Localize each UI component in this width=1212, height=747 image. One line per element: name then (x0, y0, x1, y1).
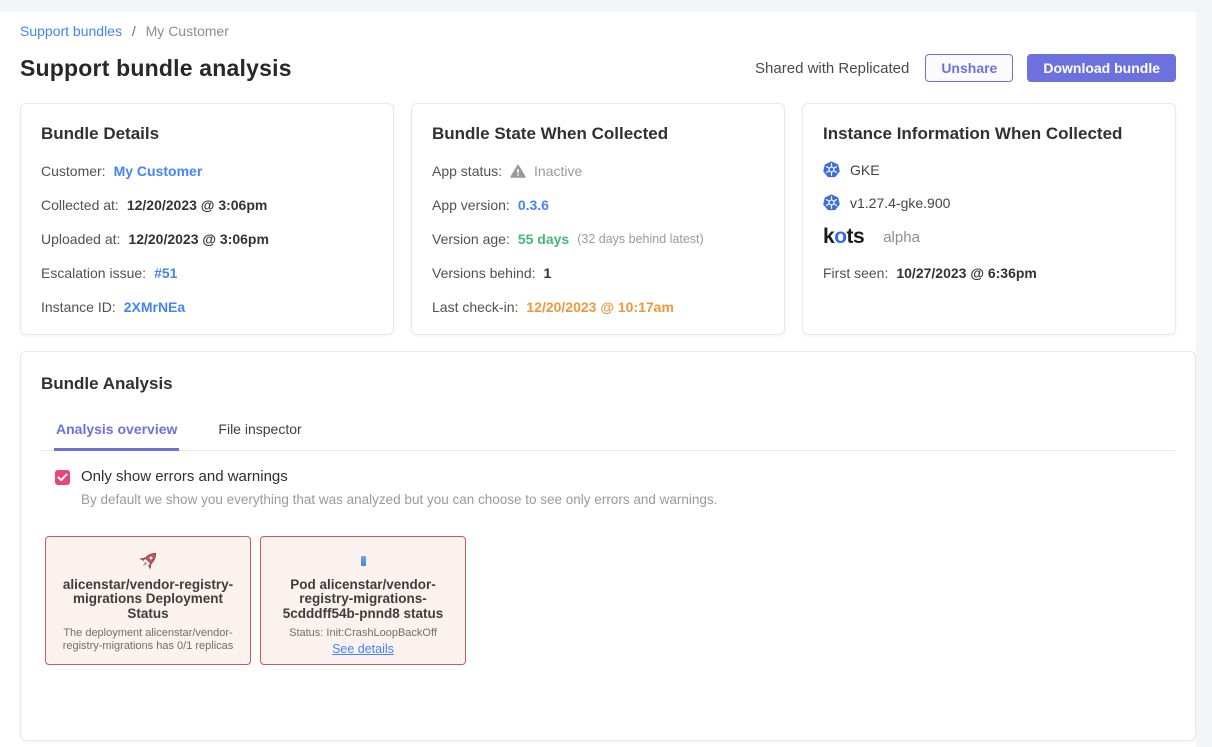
first-seen-label: First seen: (823, 263, 888, 283)
version-age-value: 55 days (518, 229, 569, 249)
kots-logo-k: k (823, 225, 834, 248)
app-version-label: App version: (432, 195, 510, 215)
version-age-note: (32 days behind latest) (577, 229, 703, 249)
download-bundle-button[interactable]: Download bundle (1027, 54, 1176, 82)
breadcrumb-separator: / (132, 23, 136, 39)
info-cards-row: Bundle Details Customer: My Customer Col… (20, 103, 1176, 335)
issues-row: alicenstar/vendor-registry-migrations De… (41, 536, 1175, 665)
issue-card-deployment-status[interactable]: alicenstar/vendor-registry-migrations De… (45, 536, 251, 665)
escalation-issue-row: Escalation issue: #51 (41, 263, 373, 283)
versions-behind-row: Versions behind: 1 (432, 263, 764, 283)
instance-info-card: Instance Information When Collected GKE … (802, 103, 1176, 335)
warning-icon (510, 164, 526, 178)
content-panel: Support bundles / My Customer Support bu… (0, 12, 1196, 747)
escalation-issue-label: Escalation issue: (41, 263, 146, 283)
customer-link[interactable]: My Customer (114, 161, 203, 181)
bundle-state-title: Bundle State When Collected (432, 124, 764, 144)
version-age-row: Version age: 55 days (32 days behind lat… (432, 229, 764, 249)
breadcrumb-link-support-bundles[interactable]: Support bundles (20, 23, 122, 39)
instance-id-link[interactable]: 2XMrNEa (124, 297, 185, 317)
page-title: Support bundle analysis (20, 55, 292, 82)
customer-row: Customer: My Customer (41, 161, 373, 181)
last-checkin-value: 12/20/2023 @ 10:17am (526, 297, 674, 317)
uploaded-at-row: Uploaded at: 12/20/2023 @ 3:06pm (41, 229, 373, 249)
instance-info-title: Instance Information When Collected (823, 124, 1155, 144)
instance-id-row: Instance ID: 2XMrNEa (41, 297, 373, 317)
kubernetes-version-value: v1.27.4-gke.900 (850, 195, 950, 211)
kubernetes-version-row: v1.27.4-gke.900 (823, 194, 1155, 211)
versions-behind-value: 1 (544, 263, 552, 283)
bundle-details-title: Bundle Details (41, 124, 373, 144)
filter-block: Only show errors and warnings By default… (41, 468, 1175, 507)
kots-logo: kots (823, 225, 864, 249)
page-header: Support bundle analysis Shared with Repl… (20, 54, 1176, 82)
kubernetes-icon (823, 161, 840, 178)
bundle-analysis-title: Bundle Analysis (41, 374, 1175, 394)
issue-message: The deployment alicenstar/vendor-registr… (54, 627, 242, 652)
filter-description: By default we show you everything that w… (81, 492, 717, 507)
see-details-link[interactable]: See details (332, 642, 394, 656)
rocket-icon (137, 548, 160, 573)
kubernetes-icon (823, 194, 840, 211)
tab-file-inspector[interactable]: File inspector (218, 421, 301, 450)
issue-title: alicenstar/vendor-registry-migrations De… (58, 578, 238, 621)
bundle-analysis-card: Bundle Analysis Analysis overview File i… (20, 351, 1196, 741)
versions-behind-label: Versions behind: (432, 263, 536, 283)
issue-title: Pod alicenstar/vendor-registry-migration… (273, 578, 453, 621)
version-age-label: Version age: (432, 229, 510, 249)
kots-channel: alpha (883, 229, 920, 246)
instance-id-label: Instance ID: (41, 297, 116, 317)
bundle-details-card: Bundle Details Customer: My Customer Col… (20, 103, 394, 335)
issue-card-pod-status[interactable]: Pod alicenstar/vendor-registry-migration… (260, 536, 466, 665)
first-seen-row: First seen: 10/27/2023 @ 6:36pm (823, 263, 1155, 283)
uploaded-at-value: 12/20/2023 @ 3:06pm (128, 229, 269, 249)
collected-at-row: Collected at: 12/20/2023 @ 3:06pm (41, 195, 373, 215)
app-status-value: Inactive (534, 161, 582, 181)
app-version-row: App version: 0.3.6 (432, 195, 764, 215)
issue-message: Status: Init:CrashLoopBackOff (289, 627, 437, 640)
breadcrumb: Support bundles / My Customer (20, 21, 1176, 41)
app-status-row: App status: Inactive (432, 161, 764, 181)
uploaded-at-label: Uploaded at: (41, 229, 120, 249)
kots-logo-o: o (834, 225, 846, 248)
collected-at-label: Collected at: (41, 195, 119, 215)
collected-at-value: 12/20/2023 @ 3:06pm (127, 195, 268, 215)
kots-row: kots alpha (823, 225, 1155, 249)
filter-label[interactable]: Only show errors and warnings (81, 468, 717, 485)
customer-label: Customer: (41, 161, 106, 181)
kots-logo-ts: ts (847, 225, 865, 248)
shared-status-text: Shared with Replicated (755, 60, 909, 77)
pod-icon (361, 548, 366, 573)
breadcrumb-current: My Customer (146, 23, 229, 39)
last-checkin-label: Last check-in: (432, 297, 518, 317)
escalation-issue-link[interactable]: #51 (154, 263, 177, 283)
analysis-tabs: Analysis overview File inspector (41, 421, 1175, 451)
last-checkin-row: Last check-in: 12/20/2023 @ 10:17am (432, 297, 764, 317)
filter-texts: Only show errors and warnings By default… (81, 468, 717, 507)
app-version-link[interactable]: 0.3.6 (518, 195, 549, 215)
app-status-label: App status: (432, 161, 502, 181)
header-actions: Shared with Replicated Unshare Download … (755, 54, 1176, 82)
first-seen-value: 10/27/2023 @ 6:36pm (896, 263, 1037, 283)
errors-warnings-checkbox[interactable] (55, 470, 70, 485)
distribution-value: GKE (850, 162, 880, 178)
unshare-button[interactable]: Unshare (925, 54, 1013, 82)
distribution-row: GKE (823, 161, 1155, 178)
bundle-state-card: Bundle State When Collected App status: … (411, 103, 785, 335)
tab-analysis-overview[interactable]: Analysis overview (56, 421, 177, 450)
